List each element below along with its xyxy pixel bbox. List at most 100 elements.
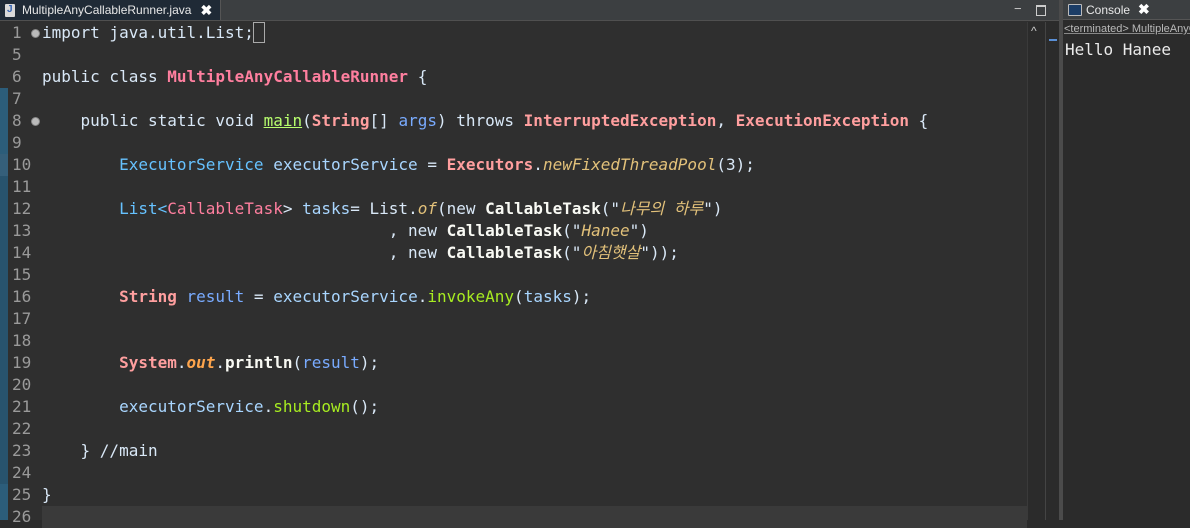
line-number: 18 — [12, 331, 32, 350]
code-token: ) throws — [436, 111, 524, 130]
console-icon — [1068, 3, 1082, 16]
code-token: public class — [42, 67, 168, 86]
code-token: ") — [703, 199, 723, 218]
code-token: ( — [302, 111, 312, 130]
code-token: InterruptedException — [523, 111, 717, 130]
line-number: 16 — [12, 287, 32, 306]
code-token: (" — [600, 199, 620, 218]
line-number: 7 — [12, 89, 22, 108]
code-token: . — [533, 155, 543, 174]
editor-tab-label: MultipleAnyCallableRunner.java — [22, 3, 192, 17]
line-number: 6 — [12, 67, 22, 86]
code-token: ( — [514, 287, 524, 306]
code-token: . — [417, 287, 428, 306]
code-token: { — [408, 67, 428, 86]
minimize-icon[interactable]: − — [1014, 1, 1022, 16]
code-token: import java.util.List; — [42, 23, 254, 42]
code-line: import java.util.List; — [42, 22, 265, 44]
editor-ruler — [1027, 22, 1046, 520]
scroll-up-icon[interactable]: ^ — [1031, 24, 1037, 38]
line-number: 26 — [12, 507, 32, 526]
code-token: } //main — [42, 441, 158, 460]
code-token: of — [417, 199, 437, 218]
code-token: { — [908, 111, 929, 130]
line-number: 22 — [12, 419, 32, 438]
code-line: } //main — [42, 440, 158, 462]
code-token: [] — [369, 111, 399, 130]
change-marker — [0, 88, 8, 154]
line-number: 25 — [12, 485, 32, 504]
editor-tab-bar: MultipleAnyCallableRunner.java ✖ − — [0, 0, 1060, 21]
code-token: = — [417, 155, 447, 174]
code-line: public static void main(String[] args) t… — [42, 110, 929, 132]
line-number: 9 — [12, 133, 22, 152]
code-token: 아침햇살 — [581, 243, 641, 262]
maximize-icon[interactable] — [1036, 5, 1046, 16]
code-token: = — [244, 287, 274, 306]
line-number: 14 — [12, 243, 32, 262]
code-token: Hanee — [581, 221, 630, 240]
change-marker — [0, 176, 8, 506]
code-token: main — [263, 111, 303, 130]
line-number: 13 — [12, 221, 32, 240]
overview-marker[interactable] — [1049, 39, 1057, 41]
line-number: 20 — [12, 375, 32, 394]
code-token: args — [398, 111, 437, 130]
line-number: 5 — [12, 45, 22, 64]
folded-import-marker[interactable] — [252, 22, 265, 43]
code-token: executorService — [273, 155, 418, 174]
current-line-highlight — [42, 506, 1027, 528]
close-console-icon[interactable]: ✖ — [1138, 1, 1150, 18]
line-number: 12 — [12, 199, 32, 218]
code-line: System.out.println(result); — [42, 352, 379, 374]
code-token: , — [716, 111, 736, 130]
code-token: ") — [629, 221, 649, 240]
code-token: CallableTask — [446, 221, 563, 240]
code-token: newFixedThreadPool — [542, 155, 717, 174]
fold-collapse-icon[interactable] — [31, 117, 40, 126]
code-line: , new CallableTask("Hanee") — [42, 220, 649, 242]
code-token: ( — [292, 353, 303, 372]
code-token: CallableTask — [167, 199, 283, 218]
code-token: = List. — [350, 199, 418, 218]
code-token: public static void — [42, 111, 264, 130]
code-token: ExecutionException — [735, 111, 909, 130]
java-file-icon — [4, 3, 17, 17]
code-token: (); — [350, 397, 380, 416]
code-line: executorService.shutdown(); — [42, 396, 379, 418]
overview-ruler[interactable] — [1045, 22, 1060, 520]
code-token: println — [225, 353, 293, 372]
code-line: List<CallableTask> tasks= List.of(new Ca… — [42, 198, 723, 220]
close-tab-icon[interactable]: ✖ — [200, 2, 212, 19]
console-panel: Console ✖ <terminated> MultipleAnyCallab… — [1063, 0, 1190, 520]
code-token: tasks — [302, 199, 351, 218]
code-token: executorService — [273, 287, 418, 306]
code-text-area[interactable]: import java.util.List; public class Mult… — [42, 22, 1027, 528]
line-number: 15 — [12, 265, 32, 284]
code-token: invokeAny — [427, 287, 515, 306]
code-token: > — [282, 199, 303, 218]
code-token: MultipleAnyCallableRunner — [167, 67, 409, 86]
change-marker — [0, 484, 8, 520]
line-number-gutter: 1 5 6 7 8 9 10 11 12 13 14 15 16 17 18 1… — [0, 22, 40, 526]
code-token: Executors — [446, 155, 534, 174]
line-number: 17 — [12, 309, 32, 328]
code-token: , new — [42, 221, 447, 240]
change-marker — [0, 154, 8, 176]
code-line: } — [42, 484, 52, 506]
console-output[interactable]: Hello Hanee — [1065, 40, 1171, 59]
code-token: (" — [562, 243, 582, 262]
code-token: System — [119, 353, 177, 372]
code-token: CallableTask — [446, 243, 563, 262]
console-tab[interactable]: Console ✖ — [1063, 0, 1190, 20]
code-token: result — [302, 353, 360, 372]
code-token: (3); — [716, 155, 755, 174]
code-token: shutdown — [273, 397, 351, 416]
code-line: ExecutorService executorService = Execut… — [42, 154, 755, 176]
editor-tab[interactable]: MultipleAnyCallableRunner.java ✖ — [0, 0, 222, 20]
line-number: 11 — [12, 177, 32, 196]
fold-expand-icon[interactable] — [31, 29, 40, 38]
code-line: public class MultipleAnyCallableRunner { — [42, 66, 427, 88]
